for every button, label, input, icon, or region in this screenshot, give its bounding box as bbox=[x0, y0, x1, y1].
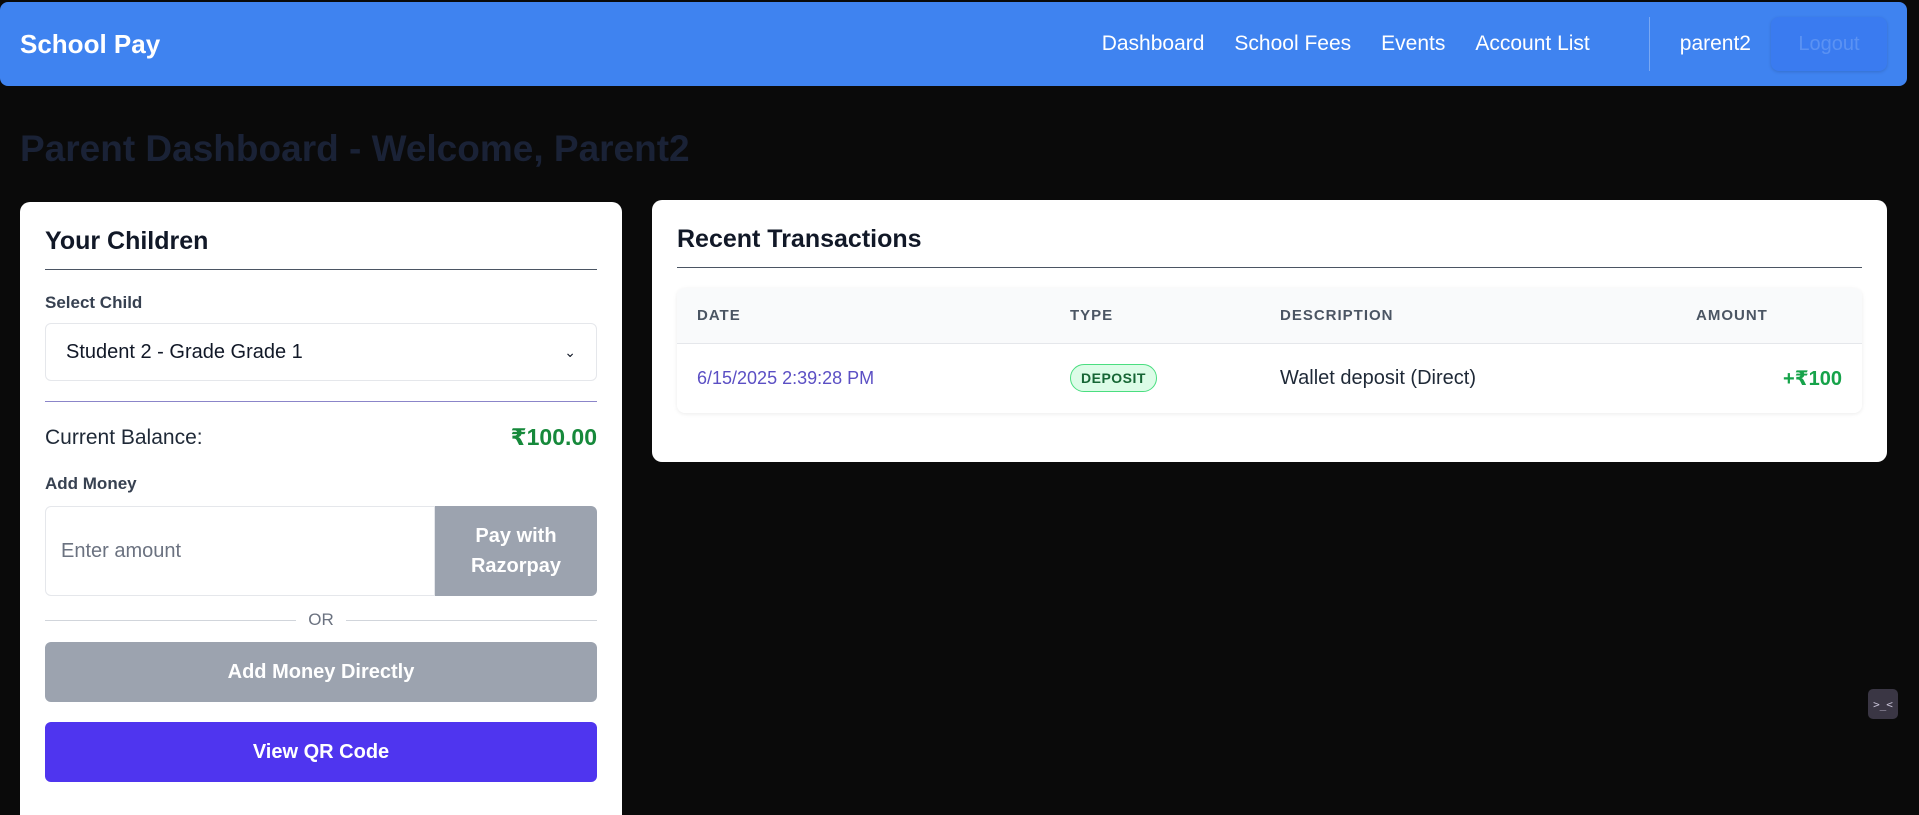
select-child-label: Select Child bbox=[45, 293, 143, 312]
column-header-description: DESCRIPTION bbox=[1260, 288, 1676, 344]
transaction-amount: +₹100 bbox=[1783, 367, 1842, 390]
nav-link-account-list[interactable]: Account List bbox=[1475, 32, 1589, 56]
nav-link-school-fees[interactable]: School Fees bbox=[1234, 32, 1351, 56]
column-header-date: DATE bbox=[677, 288, 1050, 344]
selected-child-value: Student 2 - Grade Grade 1 bbox=[66, 340, 303, 363]
child-select[interactable]: Student 2 - Grade Grade 1 ⌄ bbox=[45, 323, 597, 381]
table-row: 6/15/2025 2:39:28 PM DEPOSIT Wallet depo… bbox=[677, 343, 1862, 413]
balance-row: Current Balance: ₹100.00 bbox=[45, 424, 597, 451]
column-header-amount: AMOUNT bbox=[1676, 288, 1862, 344]
balance-value: ₹100.00 bbox=[510, 424, 597, 450]
or-separator: OR bbox=[45, 610, 597, 630]
transaction-description: Wallet deposit (Direct) bbox=[1280, 366, 1476, 389]
brand-logo[interactable]: School Pay bbox=[20, 29, 160, 60]
transaction-date: 6/15/2025 2:39:28 PM bbox=[697, 367, 875, 388]
view-qr-code-button[interactable]: View QR Code bbox=[45, 722, 597, 782]
username-label: parent2 bbox=[1679, 32, 1751, 55]
nav-divider bbox=[1648, 17, 1650, 71]
table-header-row: DATE TYPE DESCRIPTION AMOUNT bbox=[677, 288, 1862, 344]
balance-label: Current Balance: bbox=[45, 425, 203, 449]
add-money-row: Pay with Razorpay bbox=[45, 506, 597, 596]
transaction-type-cell: DEPOSIT bbox=[1050, 343, 1260, 413]
section-divider bbox=[45, 401, 597, 402]
column-header-type: TYPE bbox=[1050, 288, 1260, 344]
or-line-left bbox=[45, 619, 297, 621]
nav-link-dashboard[interactable]: Dashboard bbox=[1102, 32, 1205, 56]
children-card: Your Children Select Child Student 2 - G… bbox=[20, 202, 622, 815]
page-title: Parent Dashboard - Welcome, Parent2 bbox=[20, 128, 690, 169]
logout-button[interactable]: Logout bbox=[1771, 17, 1887, 71]
dev-tools-icon[interactable]: >_< bbox=[1868, 689, 1898, 719]
transactions-table: DATE TYPE DESCRIPTION AMOUNT 6/15/2025 2… bbox=[677, 288, 1862, 413]
add-money-label: Add Money bbox=[45, 474, 137, 493]
children-card-title: Your Children bbox=[45, 227, 597, 270]
or-line-right bbox=[345, 619, 597, 621]
transactions-card-title: Recent Transactions bbox=[677, 225, 1862, 268]
or-text: OR bbox=[308, 610, 334, 629]
add-money-directly-button[interactable]: Add Money Directly bbox=[45, 642, 597, 702]
nav-link-events[interactable]: Events bbox=[1381, 32, 1445, 56]
chevron-down-icon: ⌄ bbox=[564, 343, 576, 360]
nav-links: Dashboard School Fees Events Account Lis… bbox=[1102, 32, 1590, 56]
navbar: School Pay Dashboard School Fees Events … bbox=[0, 2, 1907, 86]
status-badge: DEPOSIT bbox=[1070, 364, 1157, 393]
pay-with-razorpay-button[interactable]: Pay with Razorpay bbox=[435, 506, 597, 596]
amount-input[interactable] bbox=[45, 506, 435, 596]
transactions-card: Recent Transactions DATE TYPE DESCRIPTIO… bbox=[652, 200, 1887, 462]
